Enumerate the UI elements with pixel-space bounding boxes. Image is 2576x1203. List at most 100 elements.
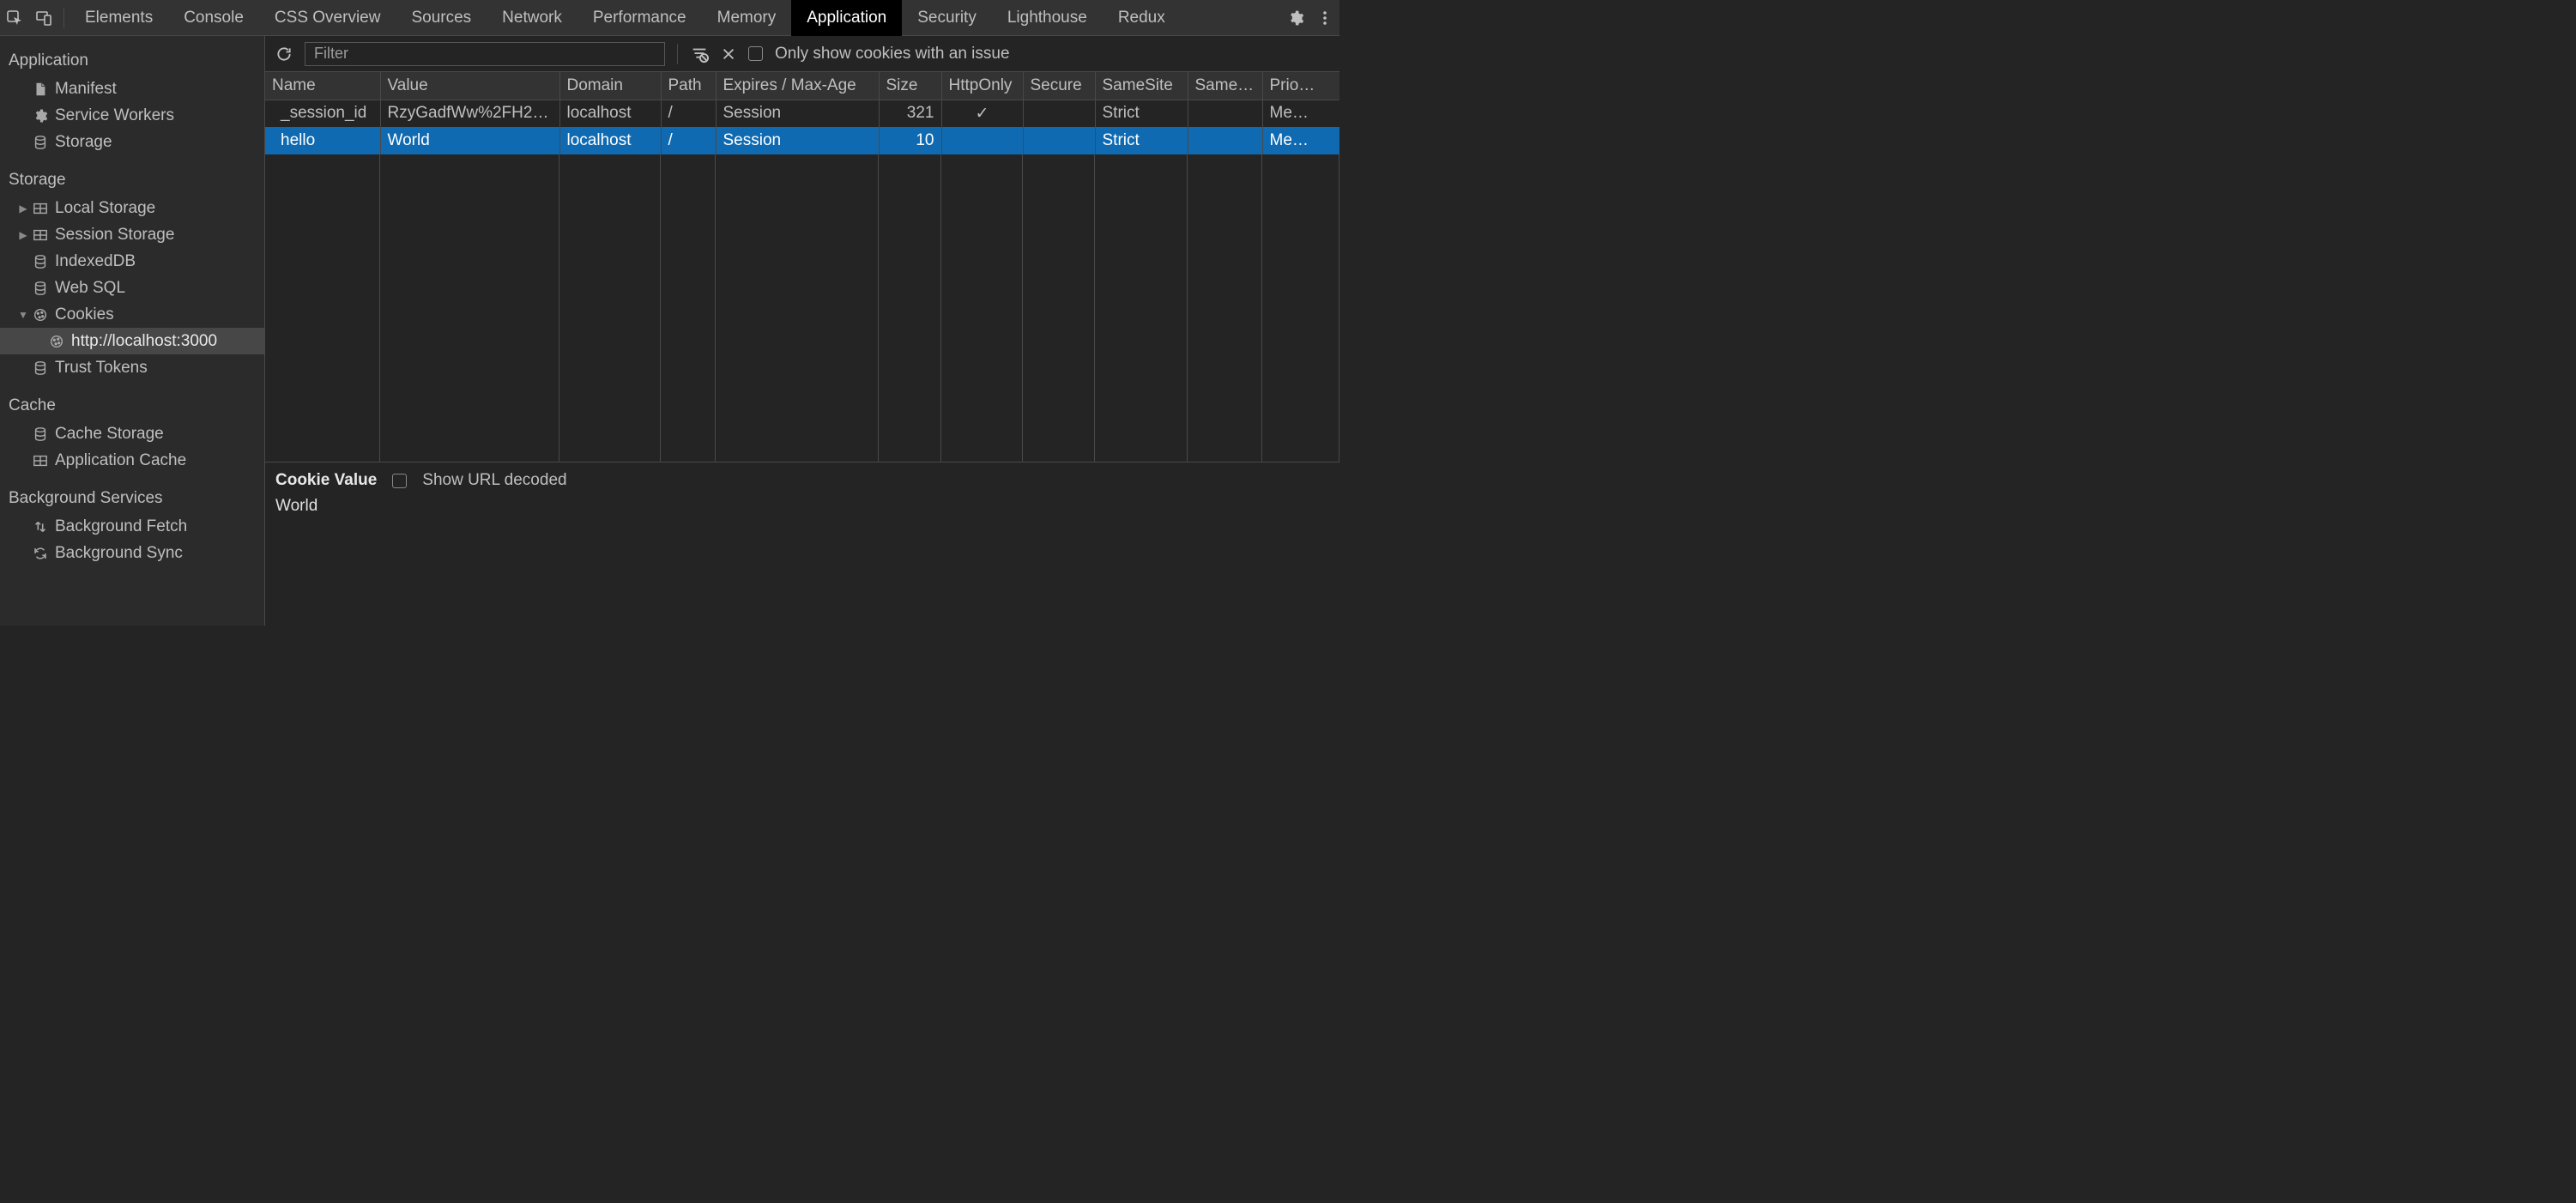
database-icon bbox=[31, 135, 50, 150]
devtools-tabbar: ElementsConsoleCSS OverviewSourcesNetwor… bbox=[0, 0, 1339, 36]
inspect-icon[interactable] bbox=[0, 0, 29, 36]
tab-css-overview[interactable]: CSS Overview bbox=[259, 0, 396, 36]
sidebar-item-local-storage[interactable]: ▶Local Storage bbox=[0, 195, 264, 221]
tab-security[interactable]: Security bbox=[902, 0, 992, 36]
table-icon bbox=[31, 201, 50, 216]
table-cell: localhost bbox=[559, 127, 661, 154]
cookie-value-text: World bbox=[275, 497, 1329, 516]
cookies-panel: Only show cookies with an issue NameValu… bbox=[265, 36, 1339, 626]
tab-redux[interactable]: Redux bbox=[1103, 0, 1181, 36]
more-icon[interactable] bbox=[1310, 0, 1339, 36]
table-cell: Strict bbox=[1095, 127, 1188, 154]
table-cell: 10 bbox=[879, 127, 941, 154]
sidebar-item-label: Web SQL bbox=[55, 279, 125, 298]
sidebar-item-background-fetch[interactable]: Background Fetch bbox=[0, 513, 264, 540]
column-header[interactable]: Name bbox=[265, 72, 380, 100]
column-header[interactable]: Prio… bbox=[1262, 72, 1339, 100]
tab-memory[interactable]: Memory bbox=[702, 0, 792, 36]
table-cell: Session bbox=[716, 127, 879, 154]
cookie-value-title: Cookie Value bbox=[275, 471, 377, 490]
tab-network[interactable]: Network bbox=[487, 0, 577, 36]
sidebar-item-label: Background Fetch bbox=[55, 517, 187, 536]
table-icon bbox=[31, 453, 50, 469]
sidebar-item-indexeddb[interactable]: IndexedDB bbox=[0, 248, 264, 275]
gear-icon bbox=[31, 108, 50, 124]
table-cell: Session bbox=[716, 100, 879, 127]
sidebar-item-label: IndexedDB bbox=[55, 252, 136, 271]
sidebar-item-cookies[interactable]: ▼ Cookies bbox=[0, 301, 264, 328]
table-row[interactable]: _session_idRzyGadfWw%2FH2…localhost/Sess… bbox=[265, 100, 1339, 127]
document-icon bbox=[31, 82, 50, 97]
disclosure-arrow-icon: ▼ bbox=[17, 309, 29, 321]
column-header[interactable]: Secure bbox=[1023, 72, 1095, 100]
sidebar-item-label: Session Storage bbox=[55, 226, 174, 245]
sidebar-item-label: Storage bbox=[55, 133, 112, 152]
column-header[interactable]: HttpOnly bbox=[941, 72, 1023, 100]
settings-icon[interactable] bbox=[1281, 0, 1310, 36]
sidebar-item-session-storage[interactable]: ▶Session Storage bbox=[0, 221, 264, 248]
only-issue-checkbox[interactable] bbox=[748, 46, 763, 61]
only-issue-label: Only show cookies with an issue bbox=[775, 45, 1010, 63]
application-sidebar: Application Manifest Service Workers Storag… bbox=[0, 36, 265, 626]
table-cell: localhost bbox=[559, 100, 661, 127]
sidebar-item-label: Cookies bbox=[55, 305, 114, 324]
cookie-icon bbox=[31, 307, 50, 323]
column-header[interactable]: SameSite bbox=[1095, 72, 1188, 100]
sidebar-item-label: Manifest bbox=[55, 80, 117, 99]
cookies-toolbar: Only show cookies with an issue bbox=[265, 36, 1339, 72]
column-header[interactable]: Expires / Max-Age bbox=[716, 72, 879, 100]
table-cell: ✓ bbox=[941, 100, 1023, 127]
sidebar-item-label: Background Sync bbox=[55, 544, 183, 563]
device-toggle-icon[interactable] bbox=[29, 0, 58, 36]
sidebar-item-label: Cache Storage bbox=[55, 425, 164, 444]
tab-lighthouse[interactable]: Lighthouse bbox=[992, 0, 1103, 36]
updown-icon bbox=[31, 519, 50, 535]
table-cell: Me… bbox=[1262, 100, 1339, 127]
refresh-icon[interactable] bbox=[275, 45, 293, 63]
table-cell: RzyGadfWw%2FH2… bbox=[380, 100, 559, 127]
column-header[interactable]: Domain bbox=[559, 72, 661, 100]
sidebar-item-manifest[interactable]: Manifest bbox=[0, 76, 264, 102]
cookie-icon bbox=[47, 334, 66, 349]
sidebar-item-cache-storage[interactable]: Cache Storage bbox=[0, 420, 264, 447]
sidebar-item-http-localhost-3000[interactable]: http://localhost:3000 bbox=[0, 328, 264, 354]
cookie-detail-pane: Cookie Value Show URL decoded World bbox=[265, 462, 1339, 626]
table-icon bbox=[31, 227, 50, 243]
disclosure-arrow-icon: ▶ bbox=[17, 203, 29, 215]
column-header[interactable]: Same… bbox=[1188, 72, 1262, 100]
sidebar-item-storage[interactable]: Storage bbox=[0, 129, 264, 155]
clear-filtered-icon[interactable] bbox=[690, 45, 709, 63]
tab-console[interactable]: Console bbox=[168, 0, 259, 36]
cookies-table: NameValueDomainPathExpires / Max-AgeSize… bbox=[265, 72, 1339, 154]
sidebar-item-web-sql[interactable]: Web SQL bbox=[0, 275, 264, 301]
column-header[interactable]: Size bbox=[879, 72, 941, 100]
table-cell: / bbox=[661, 127, 716, 154]
section-title: Application bbox=[0, 36, 264, 76]
tab-performance[interactable]: Performance bbox=[577, 0, 702, 36]
column-header[interactable]: Path bbox=[661, 72, 716, 100]
table-cell bbox=[941, 127, 1023, 154]
url-decoded-checkbox[interactable] bbox=[392, 474, 407, 488]
tab-application[interactable]: Application bbox=[791, 0, 902, 36]
filter-input[interactable] bbox=[305, 42, 665, 66]
table-cell bbox=[1023, 127, 1095, 154]
section-title: Storage bbox=[0, 155, 264, 195]
table-cell: Strict bbox=[1095, 100, 1188, 127]
database-icon bbox=[31, 281, 50, 296]
table-cell: / bbox=[661, 100, 716, 127]
sidebar-item-application-cache[interactable]: Application Cache bbox=[0, 447, 264, 474]
clear-icon[interactable] bbox=[721, 46, 736, 62]
table-cell: Me… bbox=[1262, 127, 1339, 154]
tab-sources[interactable]: Sources bbox=[396, 0, 487, 36]
column-header[interactable]: Value bbox=[380, 72, 559, 100]
section-title: Cache bbox=[0, 381, 264, 420]
sidebar-item-background-sync[interactable]: Background Sync bbox=[0, 540, 264, 566]
tab-elements[interactable]: Elements bbox=[70, 0, 168, 36]
sidebar-item-label: http://localhost:3000 bbox=[71, 332, 217, 351]
sidebar-item-trust-tokens[interactable]: Trust Tokens bbox=[0, 354, 264, 381]
table-cell bbox=[1023, 100, 1095, 127]
sidebar-item-service-workers[interactable]: Service Workers bbox=[0, 102, 264, 129]
database-icon bbox=[31, 254, 50, 269]
table-row[interactable]: helloWorldlocalhost/Session10StrictMe… bbox=[265, 127, 1339, 154]
database-icon bbox=[31, 360, 50, 376]
